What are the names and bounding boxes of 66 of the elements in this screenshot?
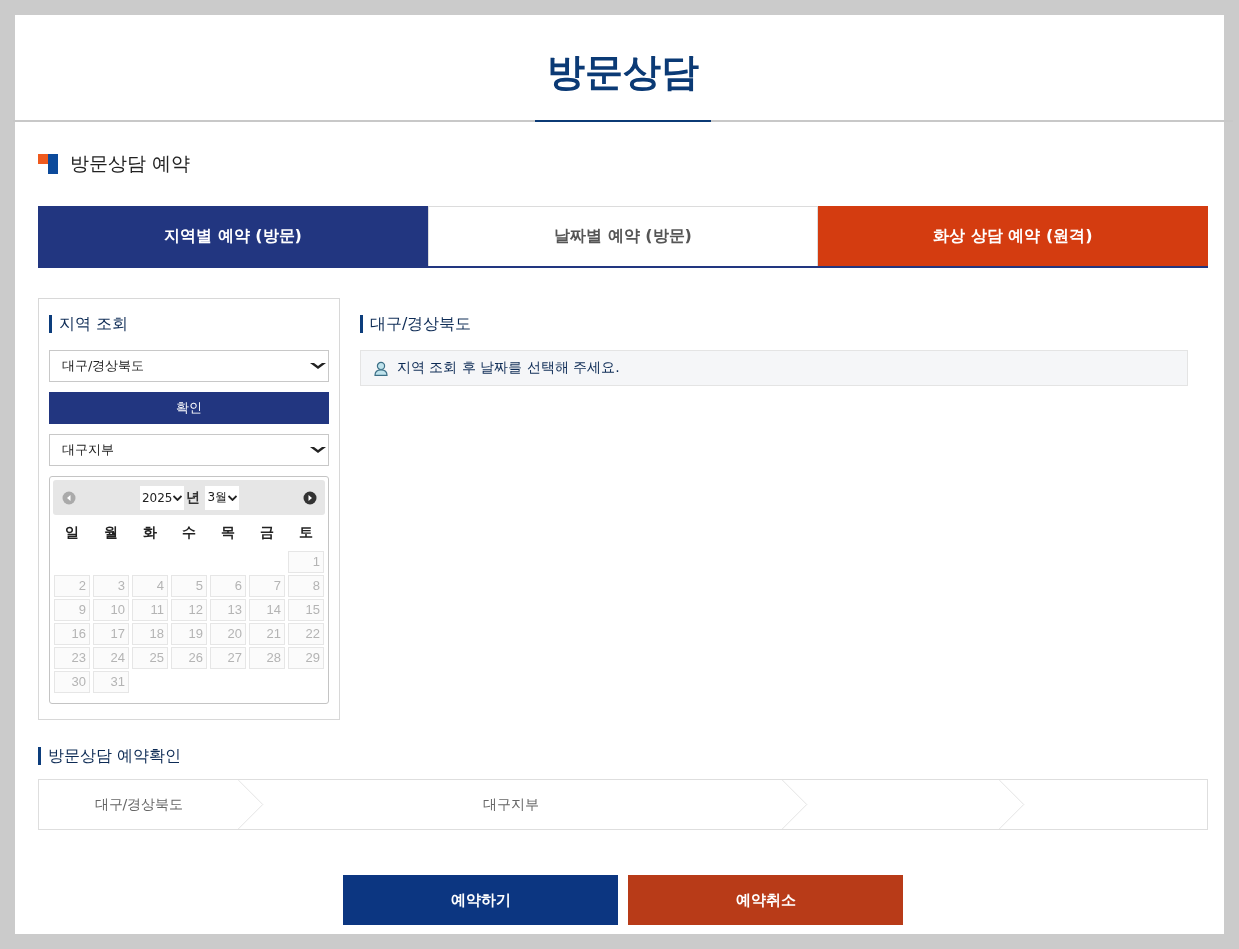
confirmation-title: 방문상담 예약확인 <box>38 747 1208 765</box>
calendar-day: 10 <box>93 599 129 621</box>
calendar-day: 20 <box>210 623 246 645</box>
weekday-label: 토 <box>298 523 314 542</box>
calendar-day: 7 <box>249 575 285 597</box>
tab[interactable]: 화상 상담 예약 (원격) <box>818 206 1208 266</box>
section-icon <box>38 154 58 174</box>
calendar-day: 29 <box>288 647 324 669</box>
region-title: 대구/경상북도 <box>360 315 1188 333</box>
summary-value: 대구지부 <box>483 795 540 814</box>
calendar-day: 6 <box>210 575 246 597</box>
calendar-day: 19 <box>171 623 207 645</box>
tab[interactable]: 날짜별 예약 (방문) <box>428 206 818 266</box>
reserve-button[interactable]: 예약하기 <box>343 875 618 925</box>
calendar-day: 2 <box>54 575 90 597</box>
calendar-day: 21 <box>249 623 285 645</box>
page-title: 방문상담 <box>535 47 711 122</box>
section-title: 방문상담 예약 <box>70 151 191 176</box>
caret-icon <box>173 494 183 501</box>
calendar-day: 25 <box>132 647 168 669</box>
calendar-day: 17 <box>93 623 129 645</box>
weekday-label: 일 <box>64 523 80 542</box>
calendar-day: 18 <box>132 623 168 645</box>
calendar-day: 4 <box>132 575 168 597</box>
calendar-day: 1 <box>288 551 324 573</box>
person-icon <box>374 360 388 376</box>
calendar-day: 14 <box>249 599 285 621</box>
calendar-day: 24 <box>93 647 129 669</box>
calendar-day: 26 <box>171 647 207 669</box>
calendar-day: 13 <box>210 599 246 621</box>
year-label: 년 <box>186 488 201 507</box>
panel-title: 지역 조회 <box>49 315 329 333</box>
caret-icon <box>310 362 326 370</box>
caret-icon <box>228 494 238 501</box>
calendar-day: 12 <box>171 599 207 621</box>
dropdown[interactable]: 대구/경상북도 <box>49 350 329 382</box>
calendar-day: 3 <box>93 575 129 597</box>
calendar-day: 11 <box>132 599 168 621</box>
next-icon <box>303 490 317 505</box>
weekday-label: 수 <box>181 523 197 542</box>
confirm-button[interactable]: 확인 <box>49 392 329 424</box>
summary-value: 대구/경상북도 <box>94 795 184 814</box>
calendar-day: 5 <box>171 575 207 597</box>
weekday-label: 금 <box>259 523 275 542</box>
calendar-day: 8 <box>288 575 324 597</box>
previous-icon <box>62 490 76 505</box>
weekday-label: 월 <box>103 523 119 542</box>
calendar-day: 23 <box>54 647 90 669</box>
cancel-button[interactable]: 예약취소 <box>628 875 903 925</box>
tab[interactable]: 지역별 예약 (방문) <box>38 206 428 266</box>
dropdown[interactable]: 대구지부 <box>49 434 329 466</box>
calendar-day: 15 <box>288 599 324 621</box>
calendar-day: 9 <box>54 599 90 621</box>
dropdown[interactable]: 2025 <box>139 485 185 510</box>
weekday-label: 화 <box>142 523 158 542</box>
notice-text: 지역 조회 후 날짜를 선택해 주세요. <box>397 359 620 377</box>
calendar-day: 27 <box>210 647 246 669</box>
dropdown[interactable]: 3월 <box>205 485 240 510</box>
next-month-button[interactable] <box>303 490 317 505</box>
caret-icon <box>310 446 326 454</box>
calendar-day: 16 <box>54 623 90 645</box>
weekday-label: 목 <box>220 523 236 542</box>
calendar-day: 22 <box>288 623 324 645</box>
calendar-day: 30 <box>54 671 90 693</box>
calendar-day: 28 <box>249 647 285 669</box>
calendar-day: 31 <box>93 671 129 693</box>
